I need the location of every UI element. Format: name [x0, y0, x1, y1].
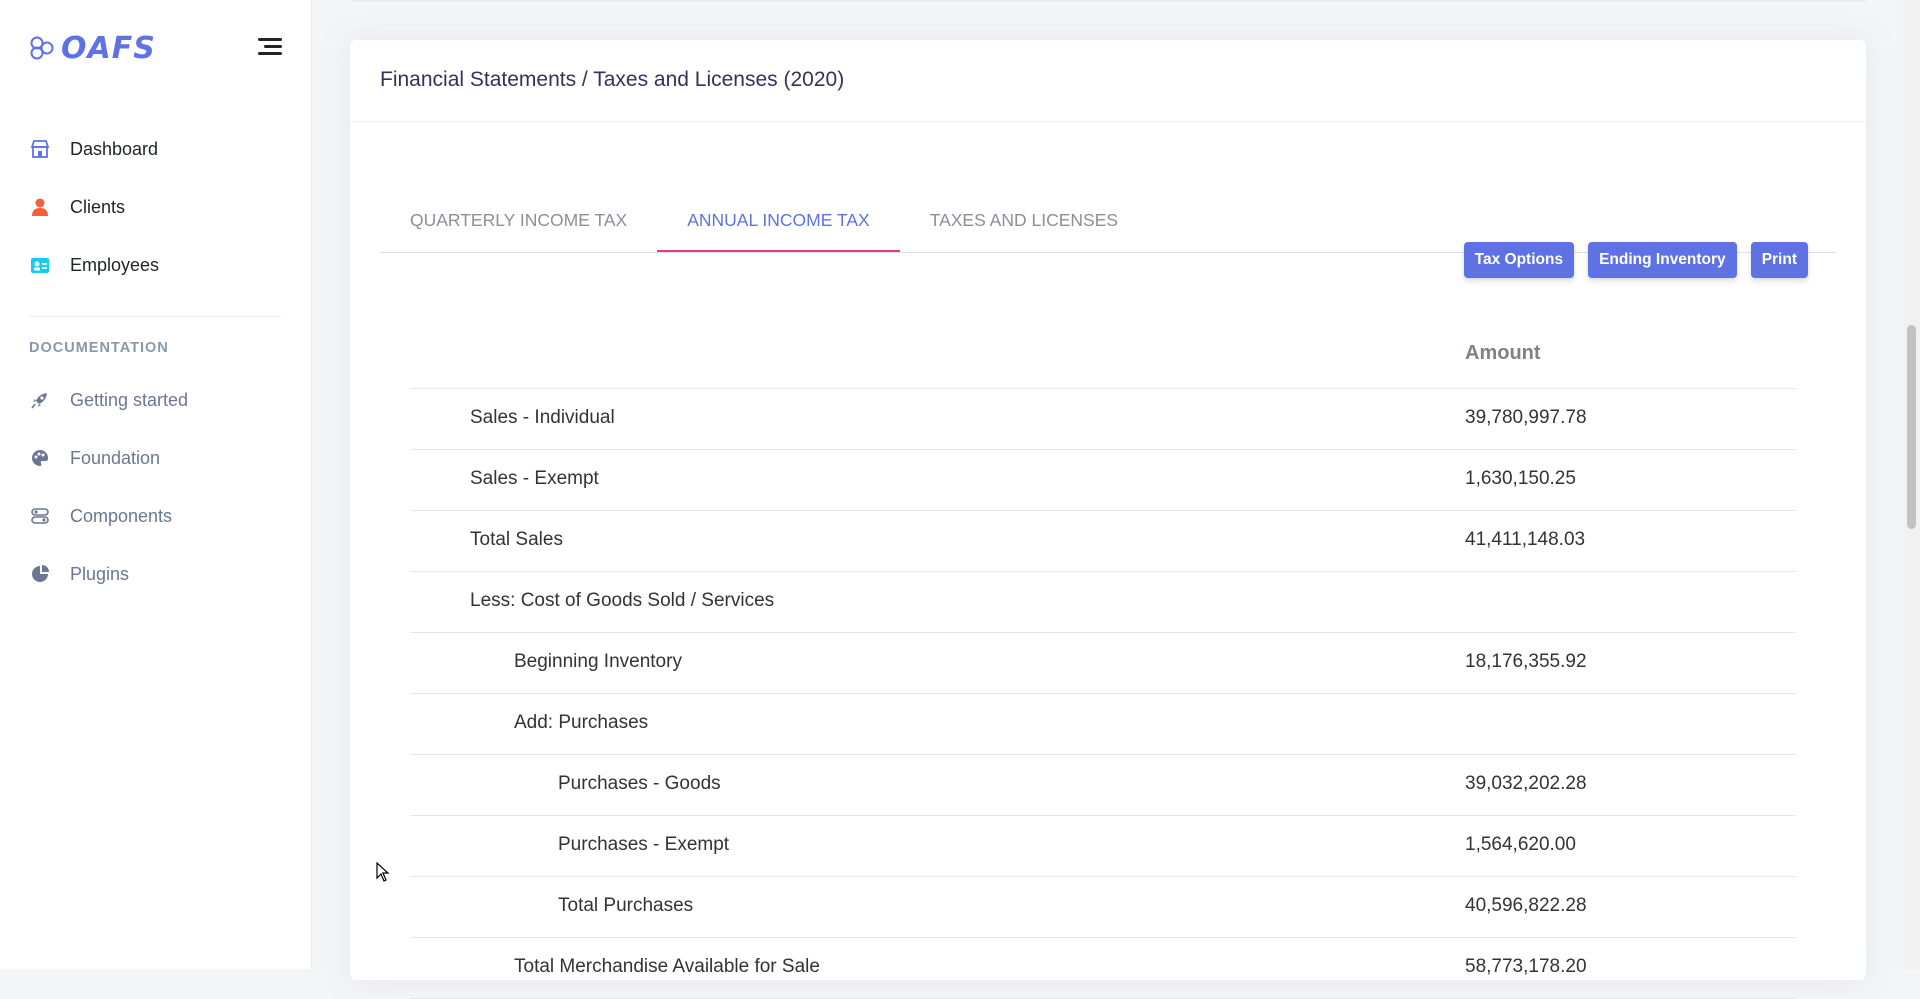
sidebar-divider [29, 316, 281, 317]
table-row: Less: Cost of Goods Sold / Services [410, 572, 1796, 633]
sidebar-item-plugins[interactable]: Plugins [0, 545, 312, 603]
sidebar-item-dashboard[interactable]: Dashboard [0, 120, 312, 178]
page-scrollbar[interactable] [1903, 0, 1920, 969]
row-amount: 39,780,997.78 [1465, 407, 1587, 428]
palette-icon [29, 447, 51, 469]
sidebar-item-label: Foundation [70, 447, 161, 468]
row-label: Beginning Inventory [514, 651, 682, 672]
sidebar-item-label: Dashboard [70, 138, 159, 159]
financial-statement-card: Financial Statements / Taxes and License… [350, 40, 1866, 999]
sidebar-item-components[interactable]: Components [0, 487, 312, 545]
sidebar-item-label: Components [70, 505, 173, 526]
row-label: Total Merchandise Available for Sale [514, 956, 820, 977]
logo-icon [30, 36, 54, 60]
docs-heading: DOCUMENTATION [29, 340, 169, 356]
table-row: Total Purchases 40,596,822.28 [410, 877, 1796, 938]
primary-nav: Dashboard Clients Employees [0, 120, 312, 294]
brand-logo[interactable]: OAFS [29, 30, 156, 66]
table-row: Purchases - Exempt 1,564,620.00 [410, 816, 1796, 877]
row-amount: 40,596,822.28 [1465, 895, 1587, 916]
sidebar-item-getting-started[interactable]: Getting started [0, 371, 312, 429]
ending-inventory-button[interactable]: Ending Inventory [1588, 242, 1737, 278]
tab-taxes-and-licenses[interactable]: TAXES AND LICENSES [900, 200, 1148, 252]
row-label: Total Sales [470, 529, 563, 550]
mouse-cursor-icon [376, 862, 390, 882]
table-row: Add: Purchases [410, 694, 1796, 755]
tab-quarterly-income-tax[interactable]: QUARTERLY INCOME TAX [380, 200, 657, 252]
sidebar-item-label: Plugins [70, 563, 130, 584]
row-amount: 58,773,178.20 [1465, 956, 1587, 977]
docs-nav: Getting started Foundation Components Pl… [0, 371, 312, 603]
tax-options-button[interactable]: Tax Options [1463, 242, 1575, 278]
table-row: Purchases - Goods 39,032,202.28 [410, 755, 1796, 816]
pie-chart-icon [29, 563, 51, 585]
table-row: Sales - Individual 39,780,997.78 [410, 389, 1796, 450]
brand-name: OAFS [61, 30, 156, 66]
user-icon [29, 196, 51, 218]
row-amount: 1,630,150.25 [1465, 468, 1576, 489]
print-button[interactable]: Print [1750, 242, 1808, 278]
sidebar: OAFS Dashboard Clients Employees DOCUMEN… [0, 0, 312, 969]
store-icon [29, 138, 51, 160]
row-label: Purchases - Exempt [558, 834, 730, 855]
statement-tabs: QUARTERLY INCOME TAX ANNUAL INCOME TAX T… [380, 162, 1836, 253]
components-icon [29, 505, 51, 527]
row-label: Total Purchases [558, 895, 694, 916]
id-badge-icon [29, 254, 51, 276]
table-row: Beginning Inventory 18,176,355.92 [410, 633, 1796, 694]
rocket-icon [29, 389, 51, 411]
row-label: Add: Purchases [514, 712, 649, 733]
row-label: Purchases - Goods [558, 773, 721, 794]
page-title: Financial Statements / Taxes and License… [350, 40, 1866, 122]
table-row: Sales - Exempt 1,630,150.25 [410, 450, 1796, 511]
tab-annual-income-tax[interactable]: ANNUAL INCOME TAX [657, 200, 900, 252]
row-amount: 41,411,148.03 [1465, 529, 1586, 550]
sidebar-item-foundation[interactable]: Foundation [0, 429, 312, 487]
hamburger-icon [258, 38, 282, 41]
row-label: Less: Cost of Goods Sold / Services [470, 590, 775, 611]
row-amount: 1,564,620.00 [1465, 834, 1576, 855]
scrollbar-thumb[interactable] [1907, 325, 1916, 529]
table-header-row: Amount [410, 328, 1796, 389]
sidebar-item-label: Employees [70, 254, 160, 275]
row-amount: 39,032,202.28 [1465, 773, 1587, 794]
row-label: Sales - Individual [470, 407, 615, 428]
row-amount: 18,176,355.92 [1465, 651, 1587, 672]
income-tax-table: Amount Sales - Individual 39,780,997.78 … [410, 328, 1796, 999]
sidebar-item-label: Clients [70, 196, 126, 217]
sidebar-item-label: Getting started [70, 389, 189, 410]
sidebar-toggle-button[interactable] [258, 38, 282, 58]
amount-column-header: Amount [1465, 342, 1541, 364]
sidebar-item-employees[interactable]: Employees [0, 236, 312, 294]
previous-card-edge [352, 0, 1866, 2]
action-toolbar: Tax Options Ending Inventory Print [1463, 242, 1808, 278]
row-label: Sales - Exempt [470, 468, 599, 489]
table-row: Total Sales 41,411,148.03 [410, 511, 1796, 572]
sidebar-item-clients[interactable]: Clients [0, 178, 312, 236]
